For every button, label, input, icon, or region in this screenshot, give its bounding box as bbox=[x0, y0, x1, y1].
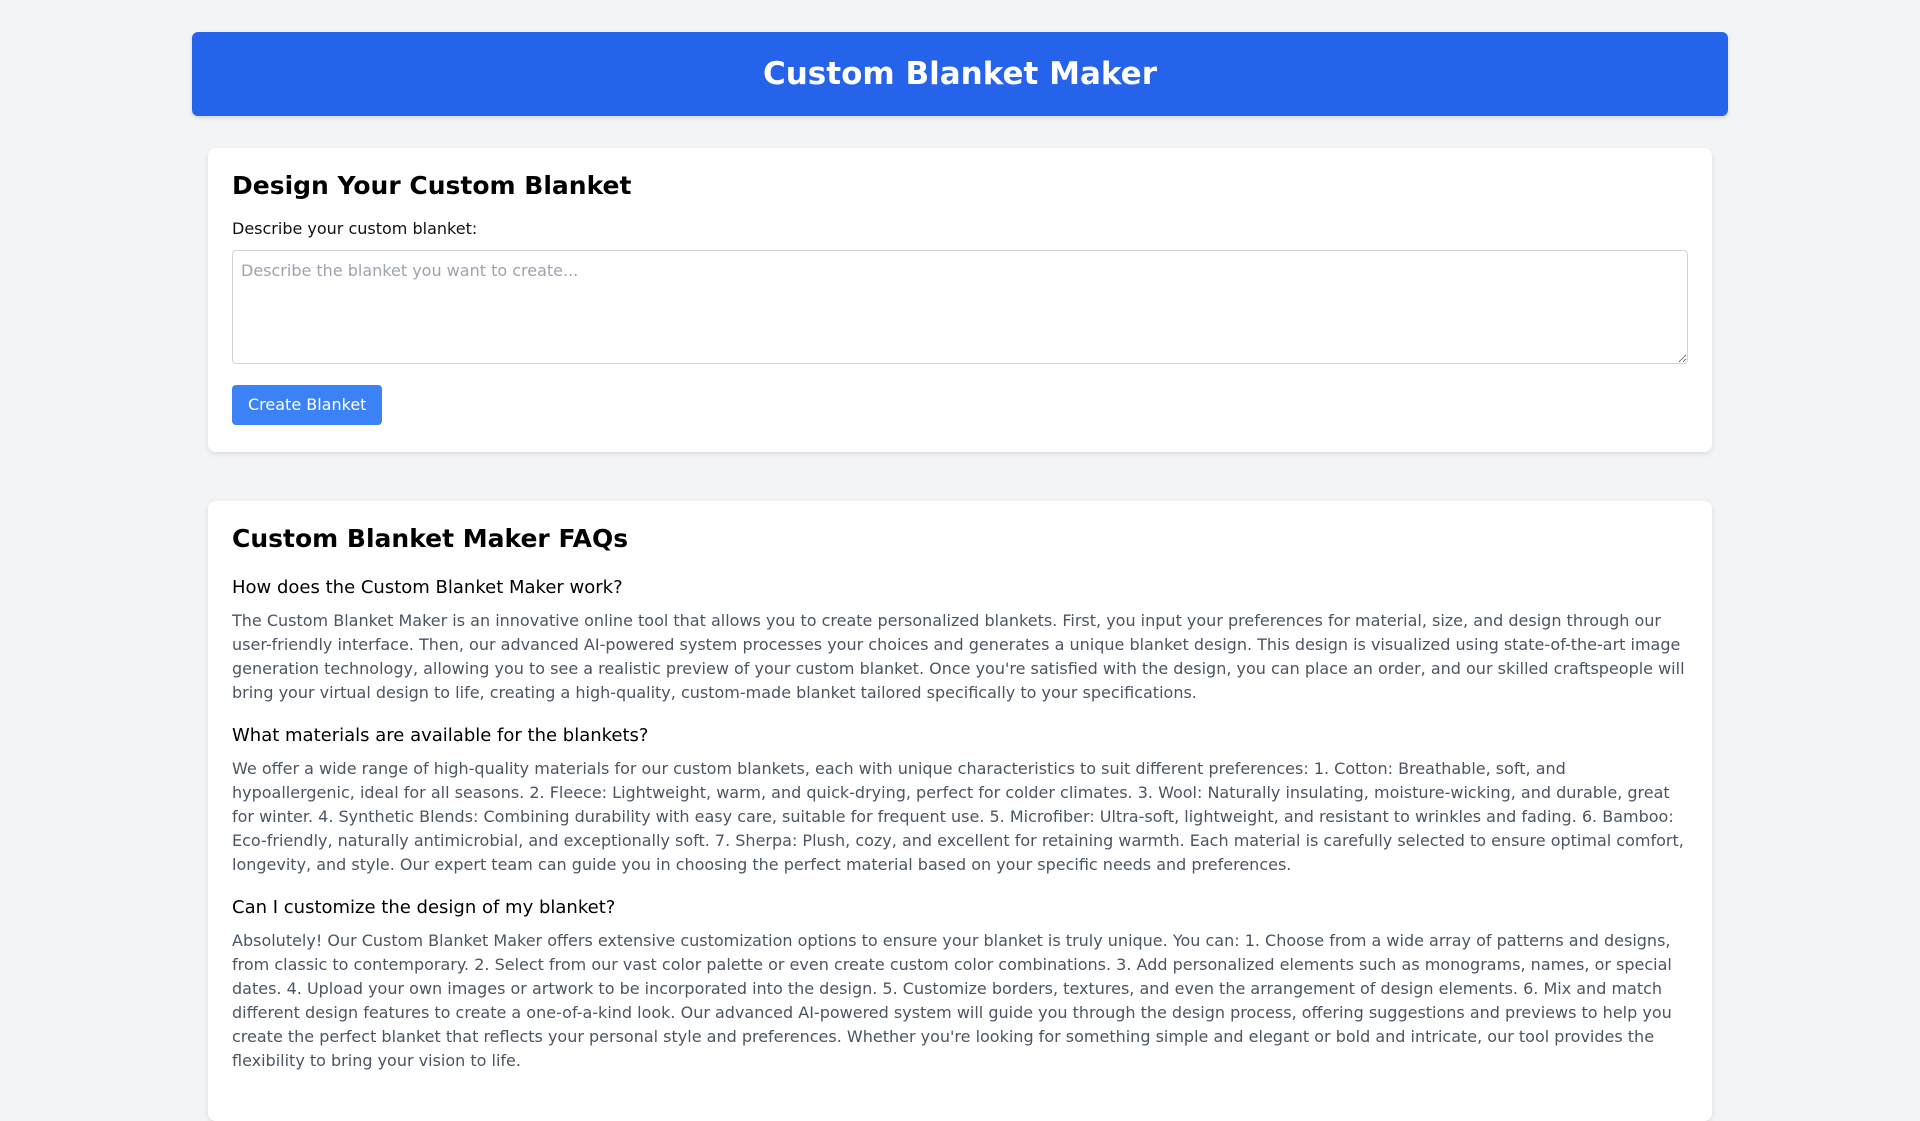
faq-question: Can I customize the design of my blanket… bbox=[232, 897, 616, 918]
faq-item: What materials are available for the bla… bbox=[232, 723, 1688, 877]
faq-item: Can I customize the design of my blanket… bbox=[232, 895, 1688, 1073]
faq-answer: The Custom Blanket Maker is an innovativ… bbox=[232, 611, 1685, 702]
faq-question: How does the Custom Blanket Maker work? bbox=[232, 577, 623, 598]
faq-heading: Custom Blanket Maker FAQs bbox=[232, 524, 629, 553]
faq-answer: We offer a wide range of high-quality ma… bbox=[232, 759, 1684, 874]
blanket-description-input[interactable] bbox=[232, 250, 1688, 364]
faq-item: How does the Custom Blanket Maker work? … bbox=[232, 575, 1688, 705]
app-header: Custom Blanket Maker bbox=[192, 32, 1728, 116]
design-heading: Design Your Custom Blanket bbox=[232, 171, 632, 200]
faq-answer: Absolutely! Our Custom Blanket Maker off… bbox=[232, 931, 1672, 1070]
faq-card: Custom Blanket Maker FAQs How does the C… bbox=[208, 501, 1712, 1121]
app-title: Custom Blanket Maker bbox=[762, 56, 1157, 92]
design-card: Design Your Custom Blanket Describe your… bbox=[208, 148, 1712, 452]
create-blanket-button[interactable]: Create Blanket bbox=[232, 385, 383, 425]
faq-question: What materials are available for the bla… bbox=[232, 725, 649, 746]
description-label: Describe your custom blanket: bbox=[232, 219, 478, 238]
